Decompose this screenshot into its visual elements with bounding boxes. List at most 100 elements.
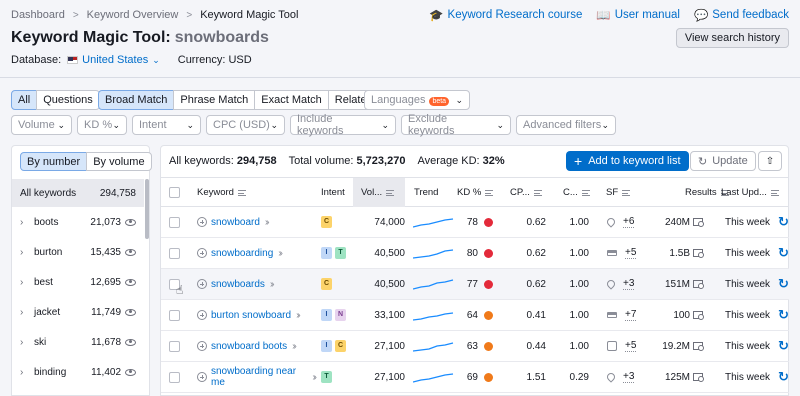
serp-features-count[interactable]: +3: [623, 371, 635, 383]
view-search-history-button[interactable]: View search history: [675, 28, 789, 48]
view-serp-icon[interactable]: [693, 249, 704, 258]
add-keyword-icon[interactable]: [197, 341, 207, 351]
row-checkbox[interactable]: [169, 309, 180, 321]
chevron-right-icon[interactable]: ›: [20, 247, 34, 258]
row-checkbox[interactable]: [169, 216, 180, 228]
eye-icon[interactable]: [125, 218, 136, 226]
refresh-icon[interactable]: ↻: [778, 369, 789, 385]
add-keyword-icon[interactable]: [197, 217, 207, 227]
sidebar-item-binding[interactable]: › binding 11,402: [12, 357, 144, 387]
tab-broad-match[interactable]: Broad Match: [98, 90, 175, 110]
intent-filter[interactable]: Intent ⌄: [132, 115, 201, 135]
chevron-right-icon[interactable]: ›: [20, 307, 34, 318]
cpc-filter[interactable]: CPC (USD) ⌄: [206, 115, 285, 135]
double-chevron-icon[interactable]: ››: [278, 248, 282, 259]
add-keyword-icon[interactable]: [197, 310, 207, 320]
table-row[interactable]: snowboard ›› C 74,000 78 0.62 1.00 +6 240…: [161, 207, 789, 238]
add-keyword-icon[interactable]: [197, 279, 207, 289]
view-serp-icon[interactable]: [693, 280, 704, 289]
sort-by-number-button[interactable]: By number: [20, 152, 88, 171]
sidebar-item-all[interactable]: All keywords 294,758: [12, 179, 144, 207]
double-chevron-icon[interactable]: ››: [296, 310, 300, 321]
serp-features-count[interactable]: +3: [623, 278, 635, 290]
course-link[interactable]: 🎓 Keyword Research course: [429, 8, 582, 22]
chevron-right-icon[interactable]: ›: [20, 217, 34, 228]
eye-icon[interactable]: [125, 248, 136, 256]
sidebar-scrollbar[interactable]: [145, 179, 149, 239]
sidebar-item-best[interactable]: › best 12,695: [12, 267, 144, 297]
chevron-right-icon[interactable]: ›: [20, 367, 34, 378]
advanced-filters[interactable]: Advanced filters ⌄: [516, 115, 616, 135]
keyword-link[interactable]: snowboarding: [211, 248, 273, 259]
double-chevron-icon[interactable]: ››: [312, 372, 316, 383]
serp-features-count[interactable]: +6: [623, 216, 635, 228]
column-kd[interactable]: KD %: [457, 178, 494, 207]
breadcrumb-dashboard[interactable]: Dashboard: [11, 9, 65, 21]
column-intent[interactable]: Intent: [321, 178, 345, 207]
volume-filter[interactable]: Volume ⌄: [11, 115, 72, 135]
double-chevron-icon[interactable]: ››: [265, 217, 269, 228]
table-row[interactable]: snowboarding ›› IT 40,500 80 0.62 1.00 +5…: [161, 238, 789, 269]
view-serp-icon[interactable]: [693, 218, 704, 227]
table-row[interactable]: burton snowboard ›› IN 33,100 64 0.41 1.0…: [161, 300, 789, 331]
export-button[interactable]: ⇧: [758, 151, 782, 171]
eye-icon[interactable]: [125, 338, 136, 346]
sidebar-item-boots[interactable]: › boots 21,073: [12, 207, 144, 237]
view-serp-icon[interactable]: [693, 373, 704, 382]
double-chevron-icon[interactable]: ››: [270, 279, 274, 290]
table-row[interactable]: snowboarding near me ›› T 27,100 69 1.51 …: [161, 362, 789, 393]
exclude-keywords-filter[interactable]: Exclude keywords ⌄: [401, 113, 511, 137]
refresh-icon[interactable]: ↻: [778, 338, 789, 354]
update-button[interactable]: ↻ Update: [690, 151, 756, 171]
keyword-link[interactable]: snowboard: [211, 217, 260, 228]
column-trend[interactable]: Trend: [414, 178, 438, 207]
column-sf[interactable]: SF: [606, 178, 631, 207]
keyword-link[interactable]: snowboards: [211, 279, 265, 290]
keyword-link[interactable]: burton snowboard: [211, 310, 291, 321]
row-checkbox[interactable]: [169, 371, 180, 383]
column-last-update[interactable]: Last Upd...: [721, 178, 779, 207]
view-serp-icon[interactable]: [693, 342, 704, 351]
view-serp-icon[interactable]: [693, 311, 704, 320]
column-volume[interactable]: Vol...: [353, 178, 405, 207]
eye-icon[interactable]: [125, 308, 136, 316]
column-keyword[interactable]: Keyword: [197, 178, 246, 207]
sidebar-item-ski[interactable]: › ski 11,678: [12, 327, 144, 357]
column-competition[interactable]: C...: [563, 178, 590, 207]
select-all-checkbox[interactable]: [169, 187, 180, 198]
eye-icon[interactable]: [125, 278, 136, 286]
kd-filter[interactable]: KD % ⌄: [77, 115, 127, 135]
add-keyword-icon[interactable]: [197, 372, 207, 382]
table-row[interactable]: snowboard boots ›› IC 27,100 63 0.44 1.00…: [161, 331, 789, 362]
row-checkbox[interactable]: [169, 340, 180, 352]
manual-link[interactable]: 📖 User manual: [596, 8, 680, 22]
tab-exact-match[interactable]: Exact Match: [254, 90, 329, 110]
tab-phrase-match[interactable]: Phrase Match: [173, 90, 256, 110]
column-cpc[interactable]: CP...: [510, 178, 542, 207]
refresh-icon[interactable]: ↻: [778, 245, 789, 261]
tab-all[interactable]: All: [11, 90, 38, 110]
refresh-icon[interactable]: ↻: [778, 214, 789, 230]
double-chevron-icon[interactable]: ››: [292, 341, 296, 352]
serp-features-count[interactable]: +5: [625, 340, 637, 352]
sort-by-volume-button[interactable]: By volume: [86, 152, 152, 171]
refresh-icon[interactable]: ↻: [778, 276, 789, 292]
keyword-link[interactable]: snowboarding near me: [211, 366, 307, 388]
database-select[interactable]: United States ⌄: [67, 54, 160, 66]
chevron-right-icon[interactable]: ›: [20, 337, 34, 348]
table-row[interactable]: snowboards ›› C 40,500 77 0.62 1.00 +3 15…: [161, 269, 789, 300]
sidebar-item-burton[interactable]: › burton 15,435: [12, 237, 144, 267]
languages-dropdown[interactable]: Languages beta ⌄: [364, 90, 470, 110]
sidebar-item-jacket[interactable]: › jacket 11,749: [12, 297, 144, 327]
add-keyword-icon[interactable]: [197, 248, 207, 258]
refresh-icon[interactable]: ↻: [778, 307, 789, 323]
include-keywords-filter[interactable]: Include keywords ⌄: [290, 113, 396, 137]
chevron-right-icon[interactable]: ›: [20, 277, 34, 288]
keyword-link[interactable]: snowboard boots: [211, 341, 287, 352]
row-checkbox[interactable]: [169, 247, 180, 259]
tab-questions[interactable]: Questions: [36, 90, 100, 110]
eye-icon[interactable]: [125, 368, 136, 376]
serp-features-count[interactable]: +5: [625, 247, 637, 259]
breadcrumb-keyword-overview[interactable]: Keyword Overview: [87, 9, 179, 21]
add-to-keyword-list-button[interactable]: + Add to keyword list: [566, 151, 689, 171]
